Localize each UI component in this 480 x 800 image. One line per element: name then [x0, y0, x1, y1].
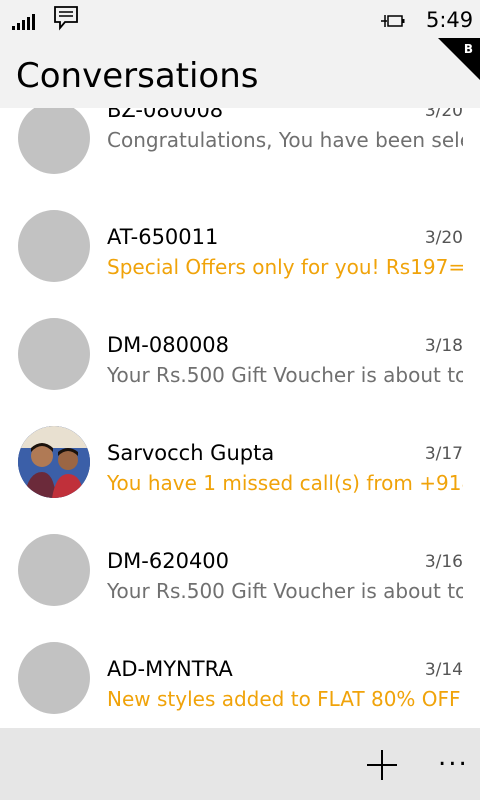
conversation-item[interactable]: DM-080008 3/18 Your Rs.500 Gift Voucher … [0, 306, 480, 414]
conversation-item[interactable]: AT-650011 3/20 Special Offers only for y… [0, 198, 480, 306]
header: Conversations [0, 40, 480, 108]
message-preview: Your Rs.500 Gift Voucher is about to [107, 363, 463, 387]
avatar [18, 642, 90, 714]
sender-name: AD-MYNTRA [107, 657, 233, 681]
sender-name: DM-620400 [107, 549, 230, 573]
message-preview: You have 1 missed call(s) from +918 [107, 471, 463, 495]
message-date: 3/16 [424, 552, 463, 572]
sender-name: DM-080008 [107, 333, 230, 357]
signal-strength-icon [12, 12, 36, 30]
corner-badge-label: B [463, 42, 473, 56]
new-conversation-button[interactable] [362, 745, 402, 785]
app-bar: ... [0, 728, 480, 800]
avatar [18, 210, 90, 282]
corner-badge [438, 38, 480, 80]
avatar [18, 534, 90, 606]
conversation-item[interactable]: DM-620400 3/16 Your Rs.500 Gift Voucher … [0, 522, 480, 630]
avatar [18, 108, 90, 174]
plus-icon [367, 750, 397, 780]
conversation-item[interactable]: Sarvocch Gupta 3/17 You have 1 missed ca… [0, 414, 480, 522]
sender-name: AT-650011 [107, 225, 219, 249]
message-preview: New styles added to FLAT 80% OFF [107, 687, 461, 711]
battery-charging-icon [381, 15, 405, 27]
message-date: 3/20 [424, 108, 463, 121]
message-date: 3/14 [424, 660, 463, 680]
page-title: Conversations [16, 56, 259, 96]
more-options-button[interactable]: ... [438, 742, 469, 772]
contact-photo-avatar [18, 426, 90, 498]
avatar [18, 318, 90, 390]
message-date: 3/17 [424, 444, 463, 464]
message-preview: Congratulations, You have been selected [107, 128, 463, 152]
status-time: 5:49 [426, 8, 474, 32]
message-preview: Your Rs.500 Gift Voucher is about to [107, 579, 463, 603]
sender-name: Sarvocch Gupta [107, 441, 275, 465]
message-date: 3/18 [424, 336, 463, 356]
conversation-list[interactable]: BZ-080008 3/20 Congratulations, You have… [0, 108, 480, 728]
message-preview: Special Offers only for you! Rs197=1 [107, 255, 463, 279]
conversation-item[interactable]: BZ-080008 3/20 Congratulations, You have… [0, 108, 480, 198]
status-bar: 5:49 [0, 0, 480, 40]
sender-name: BZ-080008 [107, 108, 224, 122]
message-notification-icon[interactable] [53, 5, 79, 31]
conversation-item[interactable]: AD-MYNTRA 3/14 New styles added to FLAT … [0, 630, 480, 728]
message-date: 3/20 [424, 228, 463, 248]
